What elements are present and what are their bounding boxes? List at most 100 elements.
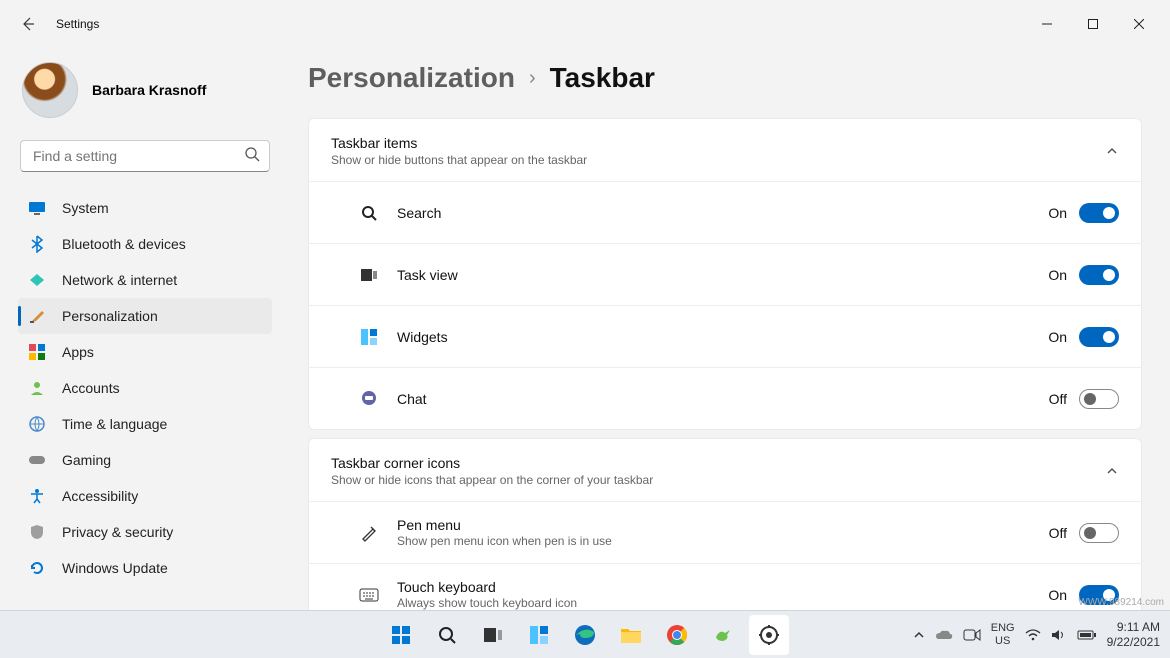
- nav-label: Apps: [62, 344, 94, 360]
- chevron-up-icon: [1105, 464, 1119, 478]
- taskbar-settings[interactable]: [749, 615, 789, 655]
- wifi-icon[interactable]: [1025, 629, 1041, 641]
- taskbar-right: ENGUS 9:11 AM9/22/2021: [913, 620, 1170, 649]
- toggle-pen-menu[interactable]: [1079, 523, 1119, 543]
- folder-icon: [620, 626, 642, 644]
- taskbar-edge[interactable]: [565, 615, 605, 655]
- row-search[interactable]: Search On: [309, 181, 1141, 243]
- toggle-state: Off: [1049, 391, 1067, 407]
- search-input[interactable]: [20, 140, 270, 172]
- back-button[interactable]: [8, 4, 48, 44]
- section-title: Taskbar corner icons: [331, 455, 1105, 471]
- toggle-widgets[interactable]: [1079, 327, 1119, 347]
- close-button[interactable]: [1116, 8, 1162, 40]
- row-chat[interactable]: Chat Off: [309, 367, 1141, 429]
- row-label: Pen menu: [397, 517, 1049, 533]
- nav-system[interactable]: System: [18, 190, 272, 226]
- nav-bluetooth[interactable]: Bluetooth & devices: [18, 226, 272, 262]
- language-indicator[interactable]: ENGUS: [991, 622, 1015, 646]
- section-title: Taskbar items: [331, 135, 1105, 151]
- taskbar-app-bird[interactable]: [703, 615, 743, 655]
- onedrive-icon[interactable]: [935, 629, 953, 641]
- nav-network[interactable]: Network & internet: [18, 262, 272, 298]
- taskbar-chrome[interactable]: [657, 615, 697, 655]
- watermark: WWW.989214.com: [1078, 597, 1164, 608]
- row-touch-keyboard[interactable]: Touch keyboardAlways show touch keyboard…: [309, 563, 1141, 610]
- row-widgets[interactable]: Widgets On: [309, 305, 1141, 367]
- minimize-icon: [1042, 19, 1052, 29]
- paintbrush-icon: [28, 307, 46, 325]
- monitor-icon: [28, 199, 46, 217]
- bluetooth-icon: [28, 235, 46, 253]
- apps-icon: [28, 343, 46, 361]
- nav-label: Accessibility: [62, 488, 138, 504]
- section-taskbar-items: Taskbar items Show or hide buttons that …: [308, 118, 1142, 430]
- gear-icon: [759, 625, 779, 645]
- nav-label: Personalization: [62, 308, 158, 324]
- search-icon: [359, 203, 379, 223]
- toggle-state: On: [1048, 205, 1067, 221]
- taskbar-search[interactable]: [427, 615, 467, 655]
- toggle-taskview[interactable]: [1079, 265, 1119, 285]
- pen-icon: [359, 523, 379, 543]
- gamepad-icon: [28, 451, 46, 469]
- toggle-search[interactable]: [1079, 203, 1119, 223]
- sidebar: Barbara Krasnoff System Bluetooth & devi…: [0, 48, 280, 610]
- windows-icon: [390, 624, 412, 646]
- toggle-state: On: [1048, 267, 1067, 283]
- nav-time-language[interactable]: Time & language: [18, 406, 272, 442]
- keyboard-icon: [359, 585, 379, 605]
- tray-chevron-up-icon[interactable]: [913, 629, 925, 641]
- chevron-right-icon: ›: [529, 67, 536, 90]
- row-label: Widgets: [397, 329, 1048, 345]
- toggle-state: On: [1048, 587, 1067, 603]
- breadcrumb-parent[interactable]: Personalization: [308, 62, 515, 94]
- taskbar-explorer[interactable]: [611, 615, 651, 655]
- meet-now-icon[interactable]: [963, 628, 981, 642]
- nav-label: Windows Update: [62, 560, 168, 576]
- widgets-icon: [529, 625, 549, 645]
- nav-accessibility[interactable]: Accessibility: [18, 478, 272, 514]
- globe-clock-icon: [28, 415, 46, 433]
- search-icon: [437, 625, 457, 645]
- taskbar-widgets[interactable]: [519, 615, 559, 655]
- person-icon: [28, 379, 46, 397]
- maximize-button[interactable]: [1070, 8, 1116, 40]
- section-header[interactable]: Taskbar items Show or hide buttons that …: [309, 119, 1141, 181]
- battery-icon[interactable]: [1077, 629, 1097, 641]
- chat-icon: [359, 389, 379, 409]
- nav-accounts[interactable]: Accounts: [18, 370, 272, 406]
- row-desc: Always show touch keyboard icon: [397, 596, 1048, 610]
- search-icon: [244, 146, 260, 162]
- profile[interactable]: Barbara Krasnoff: [18, 48, 272, 140]
- user-name: Barbara Krasnoff: [92, 82, 206, 98]
- back-arrow-icon: [20, 16, 36, 32]
- content-area: Personalization › Taskbar Taskbar items …: [280, 48, 1170, 610]
- nav-apps[interactable]: Apps: [18, 334, 272, 370]
- nav-label: Time & language: [62, 416, 167, 432]
- nav-label: Accounts: [62, 380, 120, 396]
- row-desc: Show pen menu icon when pen is in use: [397, 534, 1049, 548]
- taskbar: ENGUS 9:11 AM9/22/2021: [0, 610, 1170, 658]
- nav-privacy[interactable]: Privacy & security: [18, 514, 272, 550]
- row-pen-menu[interactable]: Pen menuShow pen menu icon when pen is i…: [309, 501, 1141, 563]
- section-taskbar-corner-icons: Taskbar corner icons Show or hide icons …: [308, 438, 1142, 610]
- breadcrumb: Personalization › Taskbar: [308, 48, 1142, 118]
- nav-label: Gaming: [62, 452, 111, 468]
- volume-icon[interactable]: [1051, 628, 1067, 642]
- row-taskview[interactable]: Task view On: [309, 243, 1141, 305]
- widgets-icon: [359, 327, 379, 347]
- update-icon: [28, 559, 46, 577]
- nav-update[interactable]: Windows Update: [18, 550, 272, 586]
- minimize-button[interactable]: [1024, 8, 1070, 40]
- nav-personalization[interactable]: Personalization: [18, 298, 272, 334]
- clock[interactable]: 9:11 AM9/22/2021: [1107, 620, 1160, 649]
- row-label: Search: [397, 205, 1048, 221]
- section-header[interactable]: Taskbar corner icons Show or hide icons …: [309, 439, 1141, 501]
- start-button[interactable]: [381, 615, 421, 655]
- taskbar-center: [381, 615, 789, 655]
- nav-gaming[interactable]: Gaming: [18, 442, 272, 478]
- taskbar-taskview[interactable]: [473, 615, 513, 655]
- toggle-chat[interactable]: [1079, 389, 1119, 409]
- close-icon: [1134, 19, 1144, 29]
